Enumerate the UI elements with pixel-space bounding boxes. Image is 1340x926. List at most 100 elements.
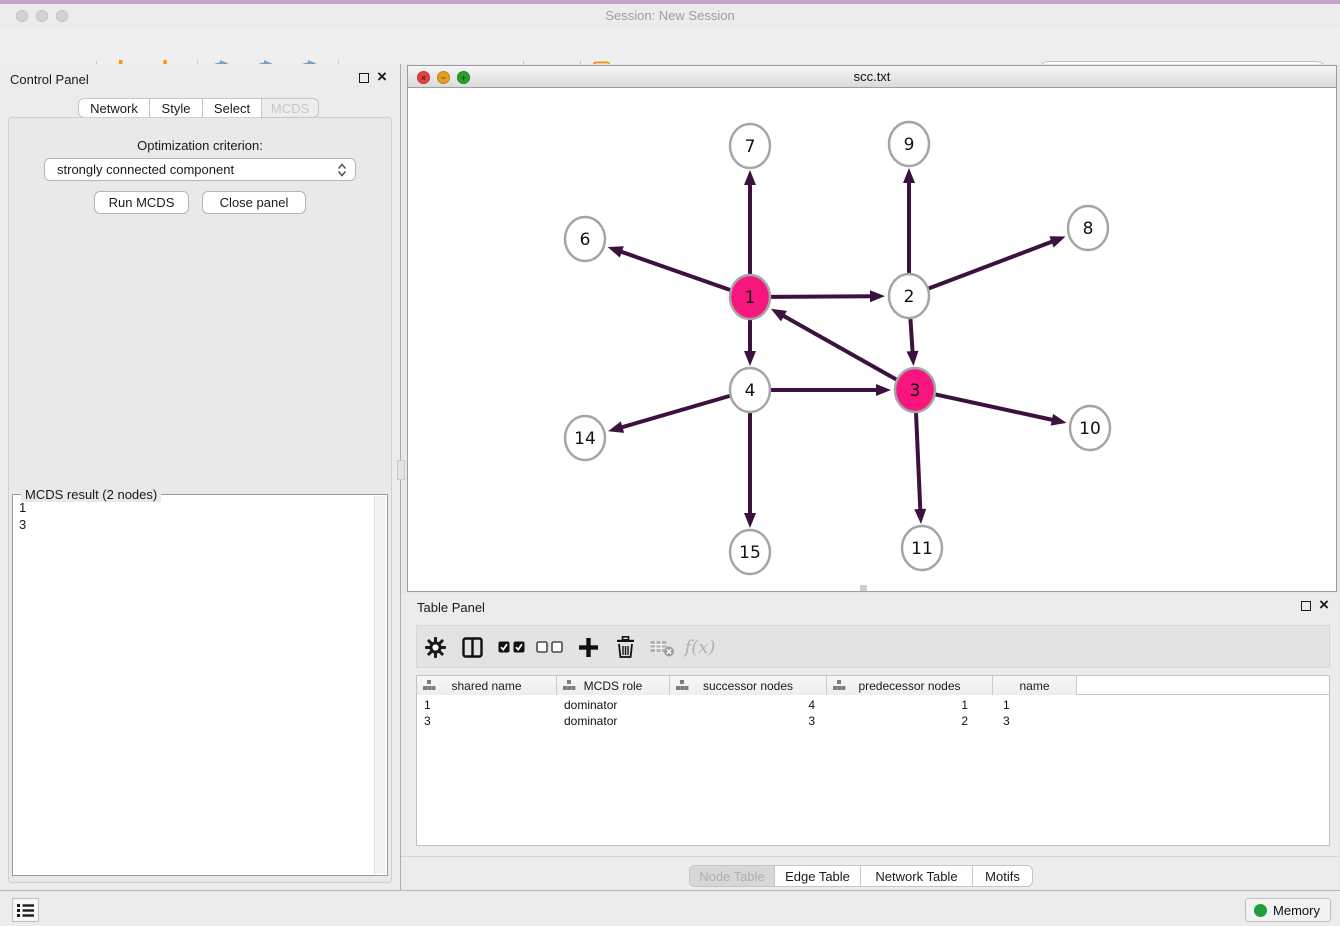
table-cell: 1 — [993, 697, 1077, 713]
column-header-label: successor nodes — [703, 679, 793, 693]
delete-table-button[interactable] — [645, 631, 679, 663]
delete-icon — [616, 636, 635, 658]
select-all-button[interactable] — [494, 631, 528, 663]
add-column-button[interactable] — [571, 631, 605, 663]
graph-edge-arrowhead — [744, 170, 756, 185]
tab-mcds[interactable]: MCDS — [261, 98, 319, 118]
graph-node-label: 7 — [745, 137, 756, 157]
close-table-panel-icon[interactable]: × — [1319, 600, 1329, 610]
memory-button[interactable]: Memory — [1245, 898, 1331, 922]
tab-edge-table[interactable]: Edge Table — [774, 865, 861, 887]
close-panel-icon[interactable]: × — [377, 72, 387, 82]
function-builder-button[interactable]: f(x) — [683, 631, 717, 663]
column-header-label: MCDS role — [584, 679, 643, 693]
delete-column-button[interactable] — [608, 631, 642, 663]
canvas-grip[interactable] — [860, 585, 867, 591]
mcds-result-group: MCDS result (2 nodes) 13 — [12, 494, 388, 876]
tree-icon — [563, 680, 575, 691]
graph-node-label: 14 — [574, 429, 596, 449]
graph-node-label: 1 — [745, 288, 756, 308]
column-header-MCDS-role[interactable]: MCDS role — [557, 676, 670, 695]
graph-edge-3-1[interactable] — [781, 315, 896, 380]
column-header-name[interactable]: name — [993, 676, 1077, 695]
float-table-panel-icon[interactable] — [1301, 601, 1311, 611]
panel-divider-grip[interactable] — [397, 460, 405, 480]
column-header-label: shared name — [451, 679, 521, 693]
workspace-area: × − + scc.txt 7968124314101511 Table Pan… — [401, 64, 1340, 890]
network-view-titlebar: × − + scc.txt — [408, 66, 1336, 88]
graph-edge-arrowhead — [744, 351, 756, 366]
graph-node-label: 11 — [911, 539, 933, 559]
show-columns-button[interactable] — [455, 631, 489, 663]
mcds-result-line: 1 — [19, 499, 374, 516]
graph-edge-4-14[interactable] — [620, 396, 730, 428]
table-toolbar: f(x) — [416, 625, 1330, 668]
column-header-label: name — [1019, 679, 1049, 693]
tree-icon — [833, 680, 845, 691]
graph-edge-2-3[interactable] — [910, 317, 912, 354]
tree-icon — [676, 680, 688, 691]
deselect-all-button[interactable] — [532, 631, 566, 663]
table-body: 1dominator4113dominator323 — [417, 697, 1329, 729]
graph-node-label: 3 — [910, 381, 921, 401]
graph-edge-arrowhead — [876, 384, 891, 396]
select-all-icon — [498, 641, 525, 653]
column-header-predecessor-nodes[interactable]: predecessor nodes — [827, 676, 993, 695]
main-toolbar — [0, 28, 1340, 65]
graph-node-label: 8 — [1083, 219, 1094, 239]
task-history-button[interactable] — [12, 898, 39, 922]
close-panel-button[interactable]: Close panel — [202, 191, 306, 214]
table-panel: Table Panel × — [401, 594, 1339, 890]
table-header-row: shared name MCDS role successor nodes prede… — [417, 676, 1329, 695]
tab-node-table[interactable]: Node Table — [689, 865, 775, 887]
graph-edge-1-2[interactable] — [771, 296, 873, 297]
status-bar: Memory — [0, 890, 1340, 926]
columns-icon — [462, 637, 483, 658]
graph-edge-1-6[interactable] — [619, 251, 730, 290]
tab-network-table[interactable]: Network Table — [860, 865, 973, 887]
graph-edge-arrowhead — [608, 246, 624, 257]
control-panel: Control Panel × Network Style Select MCD… — [0, 64, 401, 890]
graph-edge-arrowhead — [870, 290, 885, 302]
graph-node-label: 4 — [745, 381, 756, 401]
gear-icon — [425, 637, 446, 658]
table-tabs: Node Table Edge Table Network Table Moti… — [689, 865, 1033, 887]
graph-edge-arrowhead — [914, 509, 926, 524]
graph-edge-3-10[interactable] — [936, 394, 1055, 420]
table-cell: dominator — [557, 697, 670, 713]
graph-edge-arrowhead — [907, 351, 919, 366]
column-header-successor-nodes[interactable]: successor nodes — [670, 676, 827, 695]
table-settings-button[interactable] — [418, 631, 452, 663]
window-title: Session: New Session — [0, 8, 1340, 23]
graph-edge-3-11[interactable] — [916, 411, 920, 512]
table-cell: 1 — [417, 697, 557, 713]
chevron-updown-icon — [337, 162, 347, 178]
control-panel-tabs: Network Style Select MCDS — [78, 98, 319, 118]
graph-edge-arrowhead — [771, 309, 787, 322]
column-header-shared-name[interactable]: shared name — [417, 676, 557, 695]
mcds-result-list[interactable]: 13 — [13, 497, 374, 873]
result-scrollbar[interactable] — [374, 496, 386, 874]
optimization-criterion-label: Optimization criterion: — [0, 138, 400, 153]
table-cell: 1 — [827, 697, 993, 713]
tab-network[interactable]: Network — [78, 98, 150, 118]
graph-edge-arrowhead — [903, 168, 915, 183]
run-mcds-button[interactable]: Run MCDS — [94, 191, 189, 214]
tab-motifs[interactable]: Motifs — [972, 865, 1033, 887]
table-panel-title: Table Panel — [417, 600, 485, 615]
tab-style[interactable]: Style — [149, 98, 203, 118]
graph-edge-2-8[interactable] — [929, 241, 1055, 289]
tree-icon — [423, 680, 435, 691]
criterion-select[interactable]: strongly connected component — [44, 158, 356, 181]
macos-titlebar: Session: New Session — [0, 4, 1340, 28]
table-row[interactable]: 3dominator323 — [417, 713, 1329, 729]
add-icon — [579, 638, 598, 657]
table-row[interactable]: 1dominator411 — [417, 697, 1329, 713]
float-panel-icon[interactable] — [359, 73, 369, 83]
graph-edge-arrowhead — [744, 513, 756, 528]
graph-node-label: 6 — [580, 230, 591, 250]
function-icon: f(x) — [685, 637, 716, 658]
tab-select[interactable]: Select — [202, 98, 262, 118]
network-canvas[interactable]: 7968124314101511 — [408, 88, 1336, 591]
table-cell: 2 — [827, 713, 993, 729]
